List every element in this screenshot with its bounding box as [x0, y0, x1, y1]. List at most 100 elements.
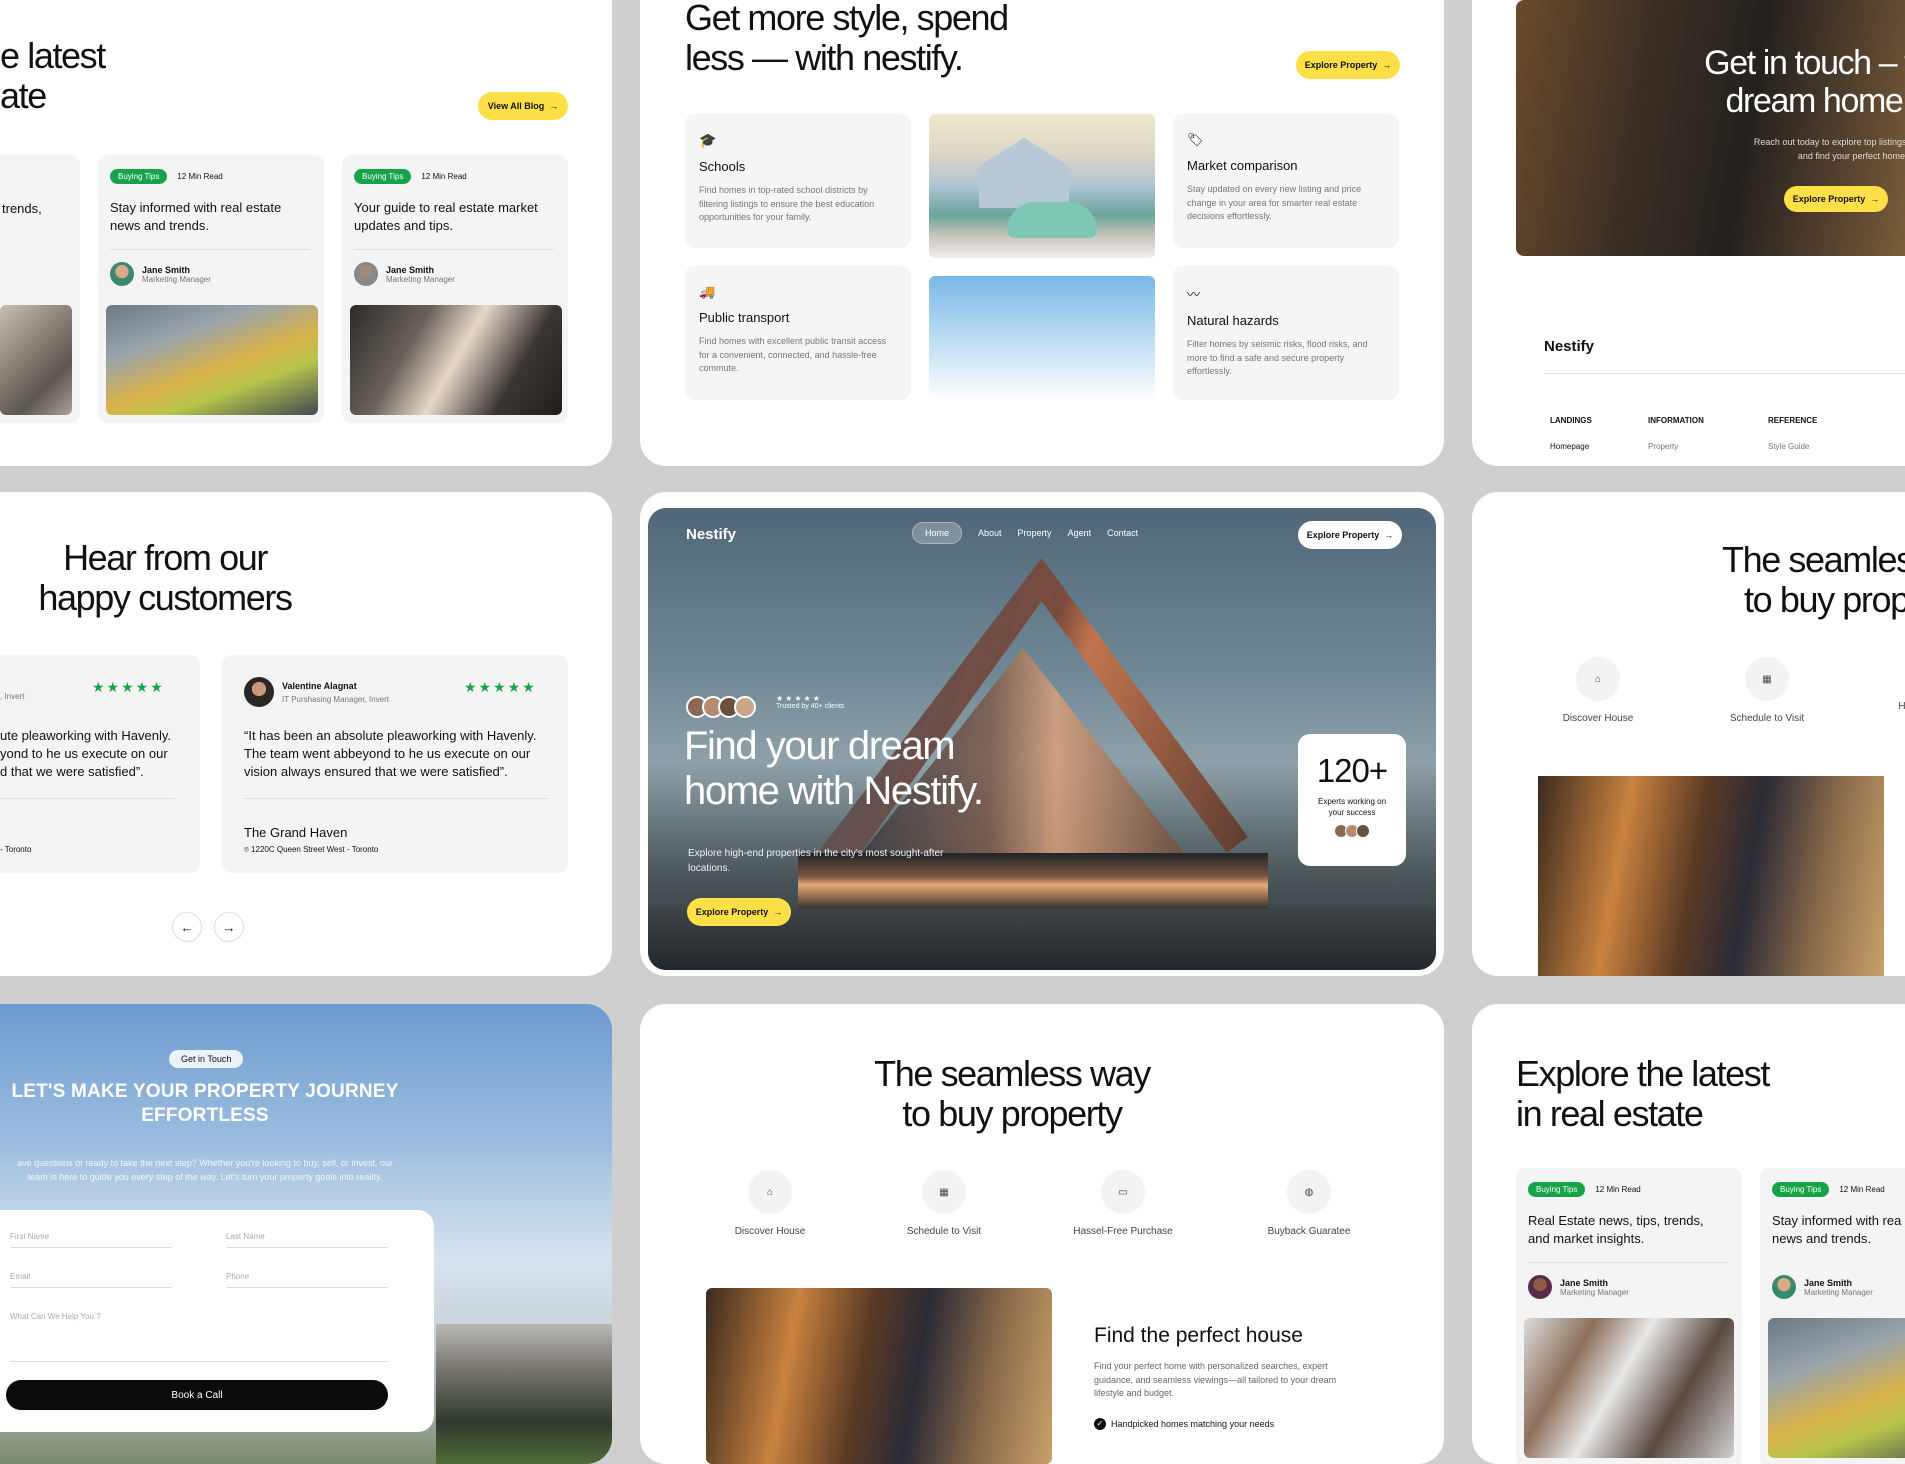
- blog-card-title: Stay informed with real estate news and …: [110, 200, 282, 233]
- stats-card: 120+ Experts working on your success: [1298, 734, 1406, 866]
- footer-link[interactable]: Style Guide: [1768, 442, 1817, 451]
- book-call-button[interactable]: Book a Call: [6, 1380, 388, 1410]
- arrow-right-icon: →: [773, 907, 783, 917]
- footer-link[interactable]: Property: [1648, 442, 1704, 451]
- read-time: 12 Min Read: [421, 172, 467, 181]
- rating-stars: ★★★★★: [464, 679, 537, 695]
- category-tag: Buying Tips: [354, 169, 412, 184]
- stat-label: Experts working on your success: [1317, 797, 1387, 818]
- seamless-panel: The seamless way to buy property ⌂ Discov…: [640, 1004, 1444, 1464]
- step-schedule-visit: ▦ Schedule to Visit: [884, 1170, 1004, 1237]
- contact-form-panel: Get in Touch LET'S MAKE YOUR PROPERTY JO…: [0, 1004, 612, 1464]
- blog-title: e latest ate: [0, 35, 106, 117]
- hero-card: Nestify Home About Property Agent Contac…: [648, 508, 1436, 970]
- blog-card-title: Stay informed with rea news and trends.: [1772, 1213, 1902, 1246]
- shield-icon: ◍: [1287, 1170, 1331, 1214]
- view-all-blog-button[interactable]: View All Blog →: [478, 92, 568, 120]
- category-tag: Buying Tips: [1528, 1182, 1586, 1197]
- blog-photo: [1524, 1318, 1734, 1458]
- message-field[interactable]: What Can We Help You ?: [10, 1312, 388, 1362]
- tag-icon: 🏷: [1187, 132, 1204, 147]
- blog-card[interactable]: Buying Tips 12 Min Read Real Estate news…: [1516, 1168, 1742, 1464]
- contact-form: First Name Last Name Email Phone What Ca…: [0, 1210, 434, 1432]
- footer-brand: Nestify: [1544, 338, 1595, 355]
- activity-icon: 〰: [1187, 287, 1201, 302]
- contact-banner: Get in touch – fin dream home to Reach o…: [1516, 0, 1905, 256]
- feature-card-transport: 🚚 Public transport Find homes with excel…: [685, 266, 911, 400]
- explore-property-button[interactable]: Explore Property →: [1298, 521, 1402, 549]
- find-house-desc: Find your perfect home with personalized…: [1094, 1361, 1337, 1398]
- meeting-photo: [706, 1288, 1052, 1464]
- step-discover-house: ⌂ Discover House: [1558, 657, 1638, 724]
- rating-stars: ★★★★★: [776, 694, 822, 703]
- seamless-panel-partial: The seamles to buy prop ⌂ Discover House …: [1472, 492, 1905, 976]
- arrow-right-icon: →: [1384, 530, 1394, 540]
- avatar: [1528, 1275, 1552, 1299]
- brand-logo[interactable]: Nestify: [686, 526, 736, 543]
- location-pin-icon: ⌾: [244, 845, 249, 854]
- house-photo: [436, 1324, 612, 1464]
- explore-property-button[interactable]: Explore Property →: [687, 898, 791, 926]
- avatar: [734, 696, 756, 718]
- seamless-title-partial: The seamles to buy prop: [1722, 539, 1905, 621]
- blog-card-title: Real Estate news, tips, trends, and mark…: [1528, 1213, 1704, 1246]
- step-discover-house: ⌂ Discover House: [720, 1170, 820, 1237]
- blog-card[interactable]: Buying Tips 12 Min Read Stay informed wi…: [1760, 1168, 1905, 1464]
- author: Jane Smith Marketing Manager: [354, 262, 455, 286]
- features-title: Get more style, spend less — with nestif…: [685, 0, 1009, 79]
- step-buyback: ◍ Buyback Guaratee: [1254, 1170, 1364, 1237]
- read-time: 12 Min Read: [177, 172, 223, 181]
- truck-icon: 🚚: [699, 284, 716, 299]
- last-name-field[interactable]: Last Name: [226, 1232, 388, 1248]
- arrow-right-icon: →: [549, 101, 559, 111]
- blog-card-title: Your guide to real estate market updates…: [354, 200, 538, 233]
- arrow-right-icon: →: [1870, 194, 1880, 204]
- seamless-title: The seamless way to buy property: [874, 1053, 1151, 1135]
- blog-photo: [1768, 1318, 1905, 1458]
- nav-about[interactable]: About: [978, 528, 1002, 538]
- nav-contact[interactable]: Contact: [1107, 528, 1138, 538]
- explore-property-button[interactable]: Explore Property →: [1784, 186, 1888, 212]
- read-time: 12 Min Read: [1595, 1185, 1641, 1194]
- feature-card-schools: 🎓 Schools Find homes in top-rated school…: [685, 114, 911, 248]
- home-icon: ⌂: [1576, 657, 1620, 701]
- footer-col-information: INFORMATION Property: [1648, 416, 1704, 451]
- first-name-field[interactable]: First Name: [10, 1232, 172, 1248]
- footer-col-reference: REFERENCE Style Guide: [1768, 416, 1818, 451]
- blog-card[interactable]: Buying Tips 12 Min Read Stay informed wi…: [98, 155, 324, 423]
- explore-panel: Explore the latest in real estate Buying…: [1472, 1004, 1905, 1464]
- testimonial-card: Valentine Alagnat IT Purshasing Manager, …: [222, 655, 568, 873]
- read-time: 12 Min Read: [1839, 1185, 1885, 1194]
- explore-title: Explore the latest in real estate: [1516, 1053, 1770, 1135]
- email-field[interactable]: Email: [10, 1272, 172, 1288]
- prev-arrow-button[interactable]: ←: [172, 912, 202, 942]
- property-name: The Grand Haven: [244, 825, 348, 840]
- calendar-icon: ▦: [1745, 657, 1789, 701]
- blog-card[interactable]: Buying Tips 12 Min Read Your guide to re…: [342, 155, 568, 423]
- blog-card-partial[interactable]: trends,: [0, 155, 80, 423]
- nav-property[interactable]: Property: [1018, 528, 1052, 538]
- nav-home[interactable]: Home: [912, 522, 963, 544]
- phone-field[interactable]: Phone: [226, 1272, 388, 1288]
- step-partial: H: [1898, 701, 1905, 712]
- hero-title: Find your dream home with Nestify.: [684, 724, 984, 813]
- avatar: [244, 677, 274, 707]
- blog-photo: [106, 305, 318, 415]
- nav-agent[interactable]: Agent: [1068, 528, 1092, 538]
- testimonial-quote: “It has been an absolute pleaworking wit…: [244, 728, 537, 780]
- home-icon: ⌂: [748, 1170, 792, 1214]
- arrow-right-icon: →: [1382, 60, 1392, 70]
- footer-link[interactable]: Homepage: [1550, 442, 1592, 451]
- blog-panel-top: e latest ate View All Blog → trends, Buyi…: [0, 0, 612, 466]
- wallet-icon: ▭: [1101, 1170, 1145, 1214]
- avatar: [1356, 824, 1370, 839]
- avatar: [110, 262, 134, 286]
- features-panel: Get more style, spend less — with nestif…: [640, 0, 1444, 466]
- testimonial-card-partial: , Invert ★★★★★ ute pleaworking with Have…: [0, 655, 200, 873]
- category-tag: Buying Tips: [110, 169, 168, 184]
- graduation-cap-icon: 🎓: [699, 132, 717, 148]
- next-arrow-button[interactable]: →: [214, 912, 244, 942]
- client-avatars: [686, 696, 756, 718]
- explore-property-button[interactable]: Explore Property →: [1296, 51, 1400, 79]
- building-sky-photo: [929, 276, 1155, 400]
